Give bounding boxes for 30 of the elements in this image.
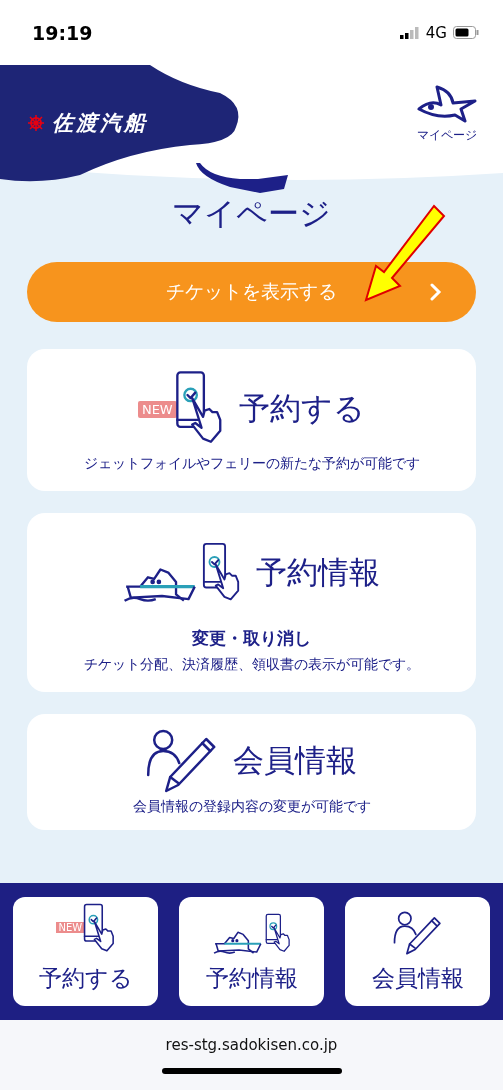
person-pencil-icon (146, 729, 217, 793)
card-subtitle: 変更・取り消し (192, 627, 311, 650)
page-title: マイページ (172, 194, 331, 233)
nav-tile[interactable]: NEW 予約する (13, 897, 158, 1006)
new-badge: NEW (137, 400, 177, 418)
network-label: 4G (425, 23, 447, 42)
nav-tile[interactable]: 予約情報 (179, 897, 324, 1006)
card-title: 予約する (239, 389, 366, 428)
menu-card[interactable]: 会員情報 会員情報の登録内容の変更が可能です (27, 714, 476, 830)
nav-tile[interactable]: 会員情報 (345, 897, 490, 1006)
seagull-icon (417, 85, 477, 125)
url-text: res-stg.sadokisen.co.jp (165, 1036, 338, 1054)
ship-wheel-icon (28, 114, 44, 131)
card-description: ジェットフォイルやフェリーの新たな予約が可能です (83, 455, 420, 473)
mypage-link[interactable]: マイページ (417, 85, 477, 144)
logo-text: 佐渡汽船 (52, 109, 148, 137)
card-title: 予約情報 (256, 553, 381, 592)
new-badge: NEW (55, 921, 86, 933)
signal-icon (399, 26, 420, 39)
menu-card[interactable]: NEW 予約する ジェットフォイルやフェリーの新たな予約が可能です (27, 349, 476, 491)
battery-icon (453, 26, 479, 39)
phone-tap-icon (264, 913, 291, 955)
card-description: チケット分配、決済履歴、領収書の表示が可能です。 (83, 656, 420, 674)
status-time: 19:19 (32, 21, 93, 44)
card-title: 会員情報 (232, 741, 357, 780)
home-indicator[interactable] (161, 1068, 342, 1074)
menu-card[interactable]: 予約情報 変更・取り消し チケット分配、決済履歴、領収書の表示が可能です。 (27, 513, 476, 692)
card-description: 会員情報の登録内容の変更が可能です (132, 798, 371, 816)
chevron-right-icon (430, 283, 442, 301)
person-pencil-icon (393, 911, 442, 955)
